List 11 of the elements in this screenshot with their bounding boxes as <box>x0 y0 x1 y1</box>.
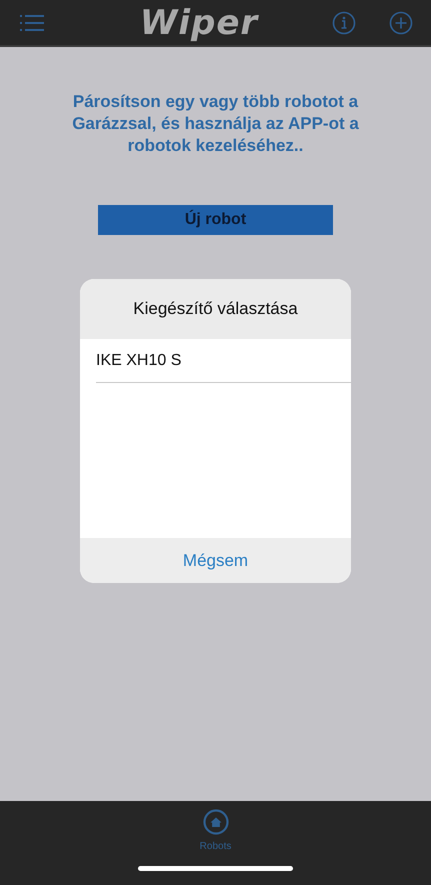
robots-tab[interactable]: Robots <box>200 809 232 852</box>
cancel-button[interactable]: Mégsem <box>80 538 351 583</box>
add-icon[interactable] <box>389 10 413 34</box>
menu-icon[interactable] <box>20 14 44 32</box>
new-robot-button[interactable]: Új robot <box>98 205 333 235</box>
instruction-text: Párosítson egy vagy több robotot a Garázzsal, és használja az APP-ot a robotok kezeléséhez.. <box>71 91 360 157</box>
app-logo: Wiper <box>138 2 260 42</box>
accessory-item[interactable]: IKE XH10 S <box>96 339 351 383</box>
dialog-title: Kiegészítő választása <box>80 279 351 339</box>
home-icon <box>202 809 228 835</box>
info-icon[interactable] <box>332 10 356 34</box>
